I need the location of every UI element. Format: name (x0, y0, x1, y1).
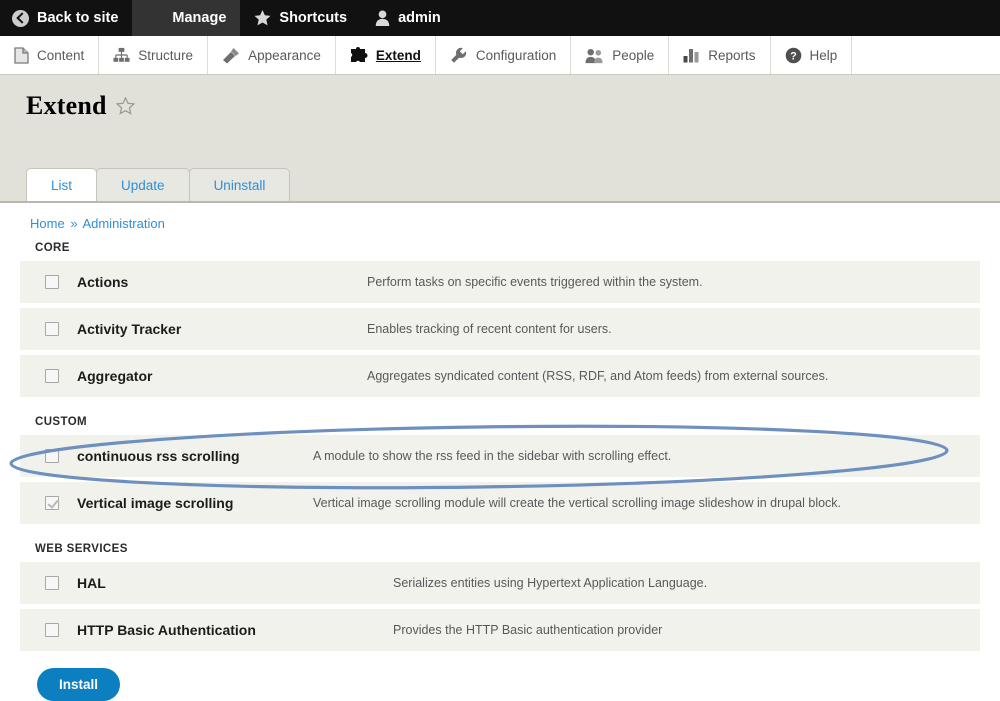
admin-item-label: Back to site (37, 10, 119, 26)
admin-item-back-to-site[interactable]: Back to site (0, 0, 132, 36)
install-button[interactable]: Install (37, 668, 121, 701)
page-tabs: List Update Uninstall (26, 168, 291, 201)
star-icon (254, 10, 271, 26)
nav-item-configuration[interactable]: Configuration (436, 36, 572, 74)
people-icon (585, 47, 604, 64)
nav-item-appearance[interactable]: Appearance (208, 36, 336, 74)
admin-menu: Content Structure Appearance Extend Conf… (0, 36, 1000, 75)
admin-toolbar: Back to site Manage Shortcuts admin (0, 0, 1000, 36)
page-title: Extend (26, 91, 107, 120)
module-name: Activity Tracker (77, 321, 182, 337)
nav-item-label: Extend (375, 47, 421, 63)
group-heading-custom: CUSTOM (35, 416, 88, 428)
table-row[interactable]: Activity Tracker Enables tracking of rec… (20, 308, 980, 350)
nav-item-label: Configuration (475, 47, 557, 63)
module-description: Perform tasks on specific events trigger… (367, 275, 703, 289)
bar-chart-icon (683, 47, 700, 63)
admin-item-label: Shortcuts (279, 10, 348, 26)
admin-item-manage[interactable]: Manage (132, 0, 241, 36)
nav-item-label: Structure (138, 47, 194, 63)
nav-item-people[interactable]: People (571, 36, 670, 74)
nav-item-label: Reports (708, 47, 756, 63)
nav-item-label: Help (809, 47, 838, 63)
table-row[interactable]: HAL Serializes entities using Hypertext … (20, 562, 980, 604)
nav-item-content[interactable]: Content (0, 36, 100, 74)
tab-label: List (51, 178, 73, 193)
module-checkbox-continuous-rss-scrolling[interactable] (45, 449, 59, 463)
wrench-icon (450, 47, 468, 64)
question-mark-icon: ? (785, 47, 802, 64)
module-checkbox-vertical-image-scrolling[interactable] (45, 496, 59, 510)
table-row-vertical-image-scrolling[interactable]: Vertical image scrolling Vertical image … (20, 482, 980, 524)
module-checkbox-http-basic-authentication[interactable] (45, 623, 59, 637)
form-actions: Install (0, 656, 1000, 701)
module-description: Provides the HTTP Basic authentication p… (393, 623, 663, 637)
tab-label: Update (121, 178, 165, 193)
group-heading-web-services: WEB SERVICES (35, 543, 128, 555)
tab-label: Uninstall (213, 178, 266, 193)
nav-item-extend[interactable]: Extend (336, 36, 436, 74)
module-group-core: Actions Perform tasks on specific events… (20, 261, 980, 397)
nav-item-reports[interactable]: Reports (669, 36, 771, 74)
page-title-row: Extend (26, 91, 1000, 121)
breadcrumb: Home » Administration (0, 216, 1000, 231)
module-checkbox-actions[interactable] (45, 275, 59, 289)
group-heading-core: CORE (35, 242, 70, 254)
nav-item-label: People (612, 47, 655, 63)
module-name: continuous rss scrolling (77, 448, 240, 464)
module-name: Vertical image scrolling (77, 495, 234, 511)
module-group-custom: continuous rss scrolling A module to sho… (20, 435, 980, 524)
module-name: HAL (77, 575, 106, 591)
module-group-web-services: HAL Serializes entities using Hypertext … (20, 562, 980, 651)
module-checkbox-hal[interactable] (45, 576, 59, 590)
page-header: Extend List Update Uninstall (0, 75, 1000, 203)
admin-item-user-admin[interactable]: admin (361, 0, 455, 36)
module-name: Actions (77, 274, 129, 290)
module-description: Vertical image scrolling module will cre… (313, 496, 842, 510)
admin-item-label: Manage (172, 10, 227, 26)
module-name: HTTP Basic Authentication (77, 622, 256, 638)
structure-icon (113, 47, 130, 63)
puzzle-piece-icon (350, 46, 368, 64)
table-row[interactable]: continuous rss scrolling A module to sho… (20, 435, 980, 477)
tab-uninstall[interactable]: Uninstall (188, 168, 291, 201)
tab-list[interactable]: List (26, 168, 98, 201)
module-description: Serializes entities using Hypertext Appl… (393, 576, 708, 590)
document-icon (14, 46, 29, 64)
nav-item-help[interactable]: ? Help (771, 36, 853, 74)
nav-item-label: Content (37, 47, 85, 63)
module-description: A module to show the rss feed in the sid… (313, 449, 672, 463)
table-row[interactable]: HTTP Basic Authentication Provides the H… (20, 609, 980, 651)
table-row[interactable]: Actions Perform tasks on specific events… (20, 261, 980, 303)
user-icon (375, 10, 390, 26)
breadcrumb-home[interactable]: Home (30, 216, 65, 231)
breadcrumb-administration[interactable]: Administration (82, 216, 164, 231)
table-row[interactable]: Aggregator Aggregates syndicated content… (20, 355, 980, 397)
hamburger-icon (146, 11, 164, 25)
page-content: Home » Administration CORE Actions Perfo… (0, 203, 1000, 701)
module-name: Aggregator (77, 368, 153, 384)
nav-item-label: Appearance (248, 47, 321, 63)
module-description: Enables tracking of recent content for u… (367, 322, 612, 336)
module-description: Aggregates syndicated content (RSS, RDF,… (367, 369, 829, 383)
admin-item-label: admin (398, 10, 441, 26)
svg-text:?: ? (790, 50, 797, 62)
back-arrow-icon (12, 9, 29, 27)
paintbrush-icon (222, 47, 240, 64)
breadcrumb-separator: » (70, 216, 78, 231)
star-outline-icon[interactable] (115, 97, 135, 115)
tab-update[interactable]: Update (96, 168, 190, 201)
module-checkbox-aggregator[interactable] (45, 369, 59, 383)
admin-item-shortcuts[interactable]: Shortcuts (240, 0, 361, 36)
nav-item-structure[interactable]: Structure (99, 36, 209, 74)
module-checkbox-activity-tracker[interactable] (45, 322, 59, 336)
